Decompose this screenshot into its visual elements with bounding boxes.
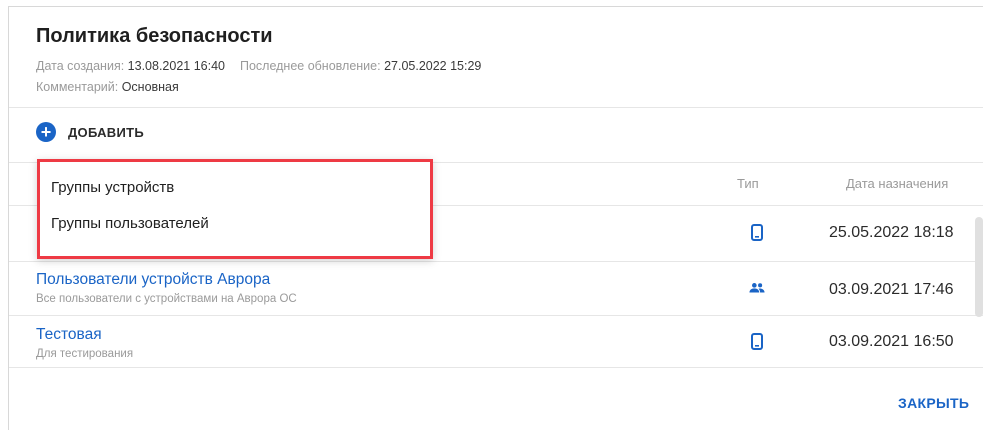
plus-circle-icon: + (36, 122, 56, 142)
footer-divider (9, 367, 983, 368)
row-name[interactable]: Пользователи устройств Аврора (36, 271, 270, 289)
close-button[interactable]: ЗАКРЫТЬ (898, 395, 969, 411)
smartphone-icon (749, 332, 765, 350)
menu-item-user-groups[interactable]: Группы пользователей (51, 215, 209, 232)
comment-label: Комментарий: (36, 80, 119, 94)
comment-value: Основная (121, 80, 179, 94)
row-name[interactable]: Тестовая (36, 326, 102, 344)
table-row[interactable]: Тестовая Для тестирования 03.09.2021 16:… (9, 315, 967, 367)
updated-value: 27.05.2022 15:29 (384, 59, 482, 73)
add-button[interactable]: + ДОБАВИТЬ (36, 120, 144, 144)
add-dropdown-menu: Группы устройств Группы пользователей (37, 159, 433, 259)
menu-item-device-groups[interactable]: Группы устройств (51, 179, 174, 196)
column-header-type[interactable]: Тип (737, 176, 759, 191)
scrollbar[interactable] (975, 217, 983, 317)
row-date: 03.09.2021 16:50 (829, 333, 954, 350)
header-divider (9, 107, 983, 108)
updated-label: Последнее обновление: (239, 59, 381, 73)
dialog-comment: Комментарий: Основная (36, 80, 179, 94)
table-row[interactable]: Пользователи устройств Аврора Все пользо… (9, 261, 967, 315)
add-button-label: ДОБАВИТЬ (68, 124, 145, 140)
created-value: 13.08.2021 16:40 (127, 59, 225, 73)
dialog-dates: Дата создания: 13.08.2021 16:40 Последне… (36, 59, 481, 73)
smartphone-icon (749, 223, 765, 241)
dialog-title: Политика безопасности (36, 25, 273, 47)
row-date: 25.05.2022 18:18 (829, 224, 954, 241)
row-description: Все пользователи с устройствами на Аврор… (36, 293, 297, 305)
row-description: Для тестирования (36, 348, 134, 360)
policy-dialog: Политика безопасности Дата создания: 13.… (8, 6, 983, 430)
column-header-date[interactable]: Дата назначения (846, 176, 948, 191)
row-date: 03.09.2021 17:46 (829, 281, 954, 298)
created-label: Дата создания: (36, 59, 125, 73)
users-icon (749, 279, 765, 297)
